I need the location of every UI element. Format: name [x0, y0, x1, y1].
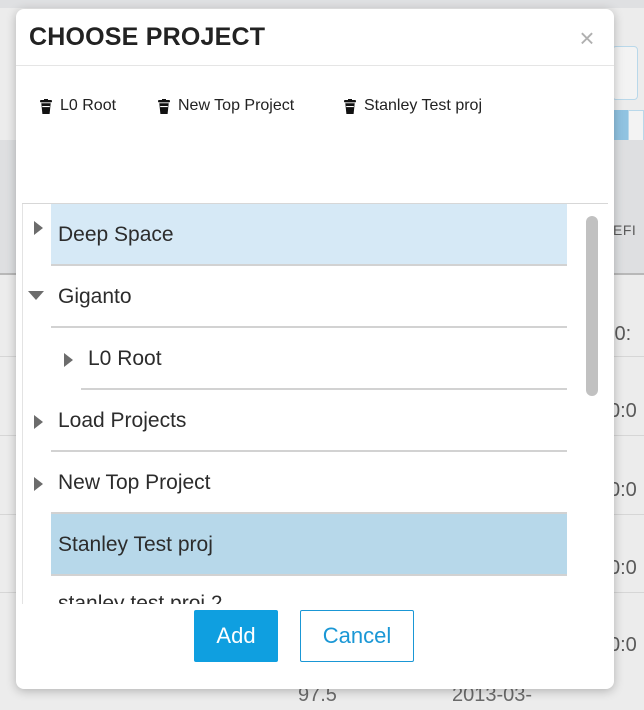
selected-project-label: New Top Project [178, 97, 295, 114]
title-divider [16, 65, 614, 66]
expand-arrow-icon[interactable] [34, 221, 43, 235]
cancel-button[interactable]: Cancel [300, 610, 414, 662]
expand-arrow-icon[interactable] [34, 415, 43, 429]
selected-project-label: L0 Root [60, 97, 117, 114]
selected-project-chip[interactable]: New Top Project [158, 95, 294, 117]
tree-item-label: Load Projects [51, 390, 567, 452]
choose-project-dialog: CHOOSE PROJECT × L0 Root New Top Project [16, 9, 614, 689]
tree-item-load-projects[interactable]: Load Projects [23, 390, 567, 452]
expand-arrow-icon[interactable] [64, 353, 73, 367]
project-tree[interactable]: Deep Space Giganto L0 Root Load Projects… [22, 204, 609, 604]
trash-icon[interactable] [344, 98, 356, 114]
tree-scrollbar-thumb[interactable] [586, 216, 598, 396]
tree-item-stanley-test-proj[interactable]: Stanley Test proj [23, 514, 567, 576]
background-input [612, 46, 638, 100]
selected-project-chip[interactable]: Stanley Test proj [344, 95, 482, 117]
tree-item-new-top-project[interactable]: New Top Project [23, 452, 567, 514]
tree-item-stanley-test-proj-2[interactable]: stanley test proj 2 [23, 576, 567, 604]
selected-project-label: Stanley Test proj [364, 97, 482, 114]
selected-project-chip[interactable]: L0 Root [40, 95, 116, 117]
dialog-title: CHOOSE PROJECT [29, 23, 266, 51]
tree-item-label: Giganto [51, 266, 567, 328]
collapse-arrow-icon[interactable] [28, 291, 44, 300]
tree-item-label: Stanley Test proj [51, 514, 567, 576]
expand-arrow-icon[interactable] [34, 477, 43, 491]
tree-item-label: New Top Project [51, 452, 567, 514]
trash-icon[interactable] [40, 98, 52, 114]
selected-projects-area: L0 Root New Top Project Stanley Test pro… [22, 75, 608, 204]
tree-item-label: L0 Root [81, 328, 567, 390]
tree-item-deep-space[interactable]: Deep Space [23, 204, 567, 266]
tree-item-l0-root[interactable]: L0 Root [23, 328, 567, 390]
tree-item-label: stanley test proj 2 [51, 576, 567, 604]
background-column-header: EFI [613, 222, 637, 238]
add-button[interactable]: Add [194, 610, 278, 662]
close-icon[interactable]: × [576, 25, 598, 51]
trash-icon[interactable] [158, 98, 170, 114]
tree-item-label: Deep Space [51, 204, 567, 266]
tree-item-giganto[interactable]: Giganto [23, 266, 567, 328]
background-top-bar [0, 0, 644, 8]
